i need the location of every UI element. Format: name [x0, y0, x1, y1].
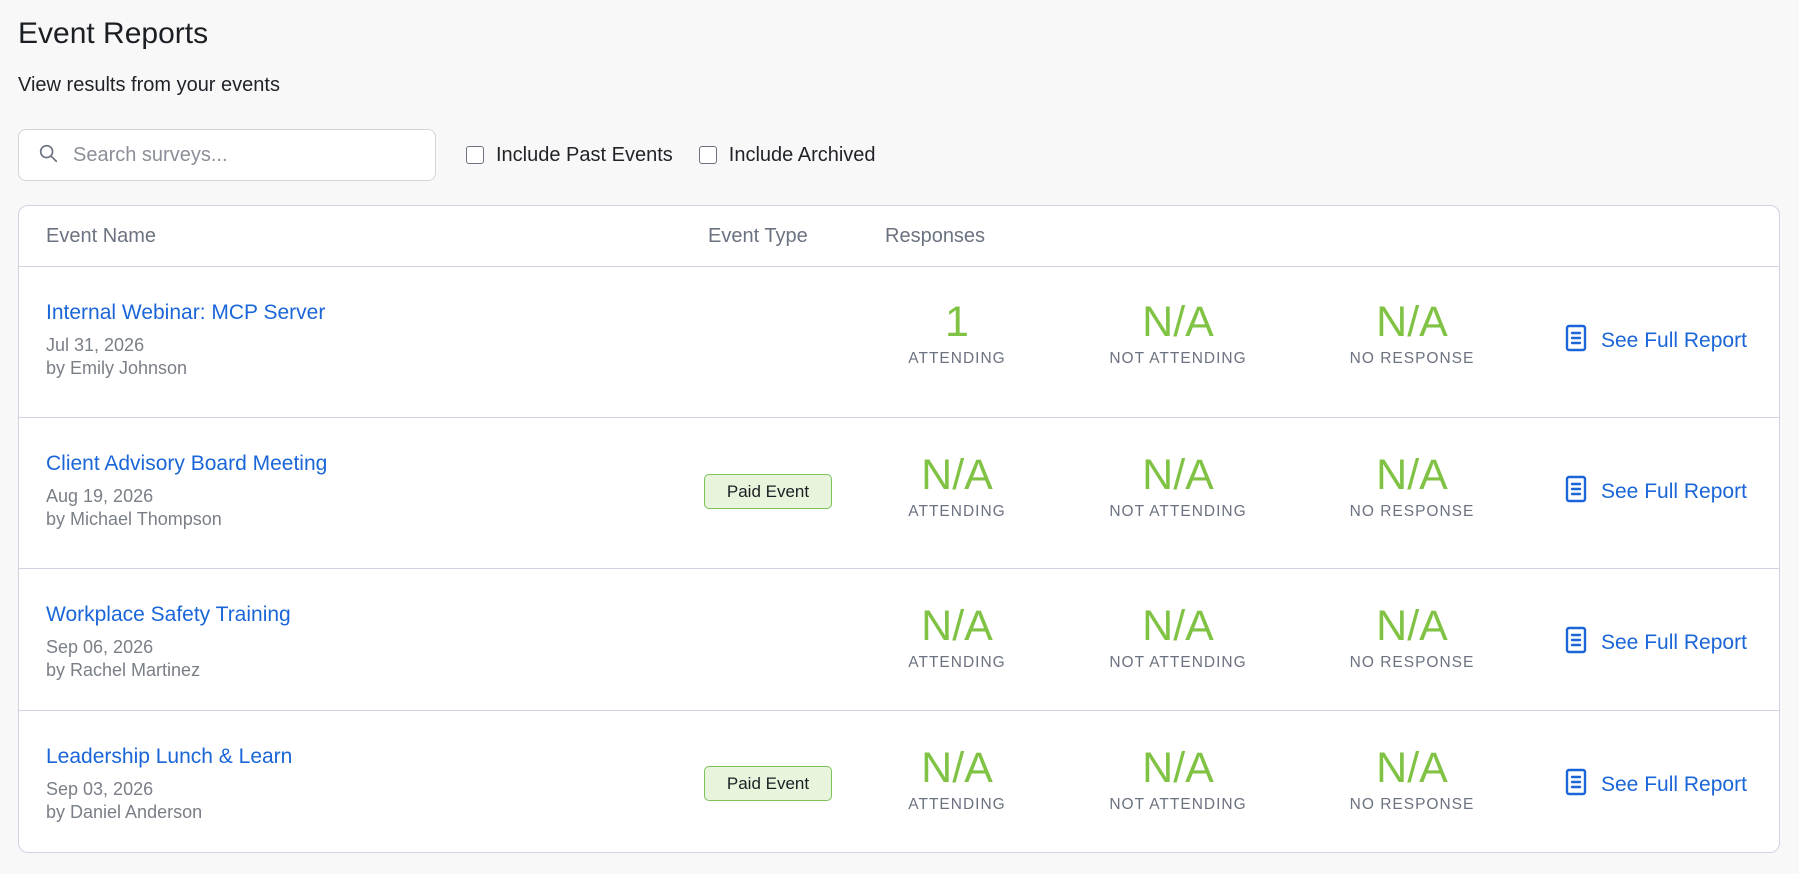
column-header-event-type: Event Type — [708, 225, 808, 247]
event-name-link[interactable]: Leadership Lunch & Learn — [46, 744, 292, 770]
column-header-event-name: Event Name — [46, 225, 157, 247]
not-attending-stat: N/A NOT ATTENDING — [1088, 297, 1268, 369]
attending-label: ATTENDING — [908, 350, 1006, 367]
column-header-responses: Responses — [885, 225, 986, 247]
include-past-events-checkbox[interactable]: Include Past Events — [466, 144, 673, 167]
no-response-stat: N/A NO RESPONSE — [1322, 601, 1502, 673]
see-full-report-link[interactable]: See Full Report — [1565, 768, 1747, 802]
event-date: Sep 03, 2026 — [46, 779, 154, 799]
checkbox-box[interactable] — [466, 146, 484, 164]
see-full-report-label: See Full Report — [1601, 480, 1747, 503]
attending-stat: N/A ATTENDING — [867, 601, 1047, 673]
not-attending-label: NOT ATTENDING — [1109, 654, 1247, 671]
not-attending-stat: N/A NOT ATTENDING — [1088, 601, 1268, 673]
include-past-events-label: Include Past Events — [496, 143, 673, 166]
not-attending-count: N/A — [1142, 451, 1214, 499]
table-row: Internal Webinar: MCP Server Jul 31, 202… — [19, 267, 1779, 418]
event-reports-page: Event Reports View results from your eve… — [0, 0, 1799, 874]
page-title: Event Reports — [18, 17, 209, 50]
not-attending-count: N/A — [1142, 602, 1214, 650]
see-full-report-link[interactable]: See Full Report — [1565, 475, 1747, 509]
document-icon — [1565, 324, 1587, 358]
attending-label: ATTENDING — [908, 796, 1006, 813]
not-attending-stat: N/A NOT ATTENDING — [1088, 450, 1268, 522]
attending-count: 1 — [945, 298, 969, 346]
event-date: Aug 19, 2026 — [46, 486, 154, 506]
event-name-link[interactable]: Workplace Safety Training — [46, 602, 291, 628]
event-author: by Michael Thompson — [46, 509, 222, 529]
event-type-badge: Paid Event — [704, 474, 832, 509]
attending-label: ATTENDING — [908, 503, 1006, 520]
table-row: Client Advisory Board Meeting Aug 19, 20… — [19, 418, 1779, 569]
event-author: by Emily Johnson — [46, 358, 188, 378]
attending-count: N/A — [921, 451, 993, 499]
not-attending-label: NOT ATTENDING — [1109, 796, 1247, 813]
no-response-count: N/A — [1376, 744, 1448, 792]
see-full-report-label: See Full Report — [1601, 631, 1747, 654]
events-table: Event Name Event Type Responses Internal… — [18, 205, 1780, 853]
not-attending-count: N/A — [1142, 298, 1214, 346]
event-info: Client Advisory Board Meeting Aug 19, 20… — [46, 451, 327, 531]
not-attending-stat: N/A NOT ATTENDING — [1088, 743, 1268, 815]
see-full-report-link[interactable]: See Full Report — [1565, 324, 1747, 358]
event-info: Internal Webinar: MCP Server Jul 31, 202… — [46, 300, 325, 380]
page-subtitle: View results from your events — [18, 74, 280, 96]
table-row: Workplace Safety Training Sep 06, 2026 b… — [19, 569, 1779, 711]
no-response-stat: N/A NO RESPONSE — [1322, 450, 1502, 522]
search-box[interactable] — [18, 129, 436, 181]
search-input[interactable] — [73, 143, 403, 167]
see-full-report-link[interactable]: See Full Report — [1565, 626, 1747, 660]
attending-stat: N/A ATTENDING — [867, 450, 1047, 522]
table-row: Leadership Lunch & Learn Sep 03, 2026 by… — [19, 711, 1779, 852]
not-attending-count: N/A — [1142, 744, 1214, 792]
no-response-count: N/A — [1376, 298, 1448, 346]
see-full-report-label: See Full Report — [1601, 773, 1747, 796]
no-response-count: N/A — [1376, 451, 1448, 499]
document-icon — [1565, 768, 1587, 802]
document-icon — [1565, 475, 1587, 509]
attending-stat: 1 ATTENDING — [867, 297, 1047, 369]
no-response-count: N/A — [1376, 602, 1448, 650]
include-archived-label: Include Archived — [728, 143, 876, 166]
attending-count: N/A — [921, 744, 993, 792]
attending-count: N/A — [921, 602, 993, 650]
not-attending-label: NOT ATTENDING — [1109, 503, 1247, 520]
event-name-link[interactable]: Client Advisory Board Meeting — [46, 451, 327, 477]
attending-stat: N/A ATTENDING — [867, 743, 1047, 815]
event-info: Workplace Safety Training Sep 06, 2026 b… — [46, 602, 291, 682]
see-full-report-label: See Full Report — [1601, 329, 1747, 352]
no-response-label: NO RESPONSE — [1349, 350, 1475, 367]
event-date: Jul 31, 2026 — [46, 335, 145, 355]
filter-toolbar: Include Past Events Include Archived — [18, 129, 1781, 181]
event-author: by Daniel Anderson — [46, 802, 203, 822]
event-name-link[interactable]: Internal Webinar: MCP Server — [46, 300, 325, 326]
no-response-label: NO RESPONSE — [1349, 654, 1475, 671]
no-response-stat: N/A NO RESPONSE — [1322, 297, 1502, 369]
no-response-label: NO RESPONSE — [1349, 503, 1475, 520]
event-date: Sep 06, 2026 — [46, 637, 154, 657]
search-icon — [37, 142, 59, 169]
no-response-label: NO RESPONSE — [1349, 796, 1475, 813]
event-type-badge: Paid Event — [704, 766, 832, 801]
event-info: Leadership Lunch & Learn Sep 03, 2026 by… — [46, 744, 292, 824]
attending-label: ATTENDING — [908, 654, 1006, 671]
no-response-stat: N/A NO RESPONSE — [1322, 743, 1502, 815]
event-author: by Rachel Martinez — [46, 660, 201, 680]
table-header: Event Name Event Type Responses — [19, 206, 1779, 267]
checkbox-box[interactable] — [698, 146, 717, 164]
not-attending-label: NOT ATTENDING — [1109, 350, 1247, 367]
include-archived-checkbox[interactable]: Include Archived — [698, 143, 876, 167]
document-icon — [1565, 626, 1587, 660]
